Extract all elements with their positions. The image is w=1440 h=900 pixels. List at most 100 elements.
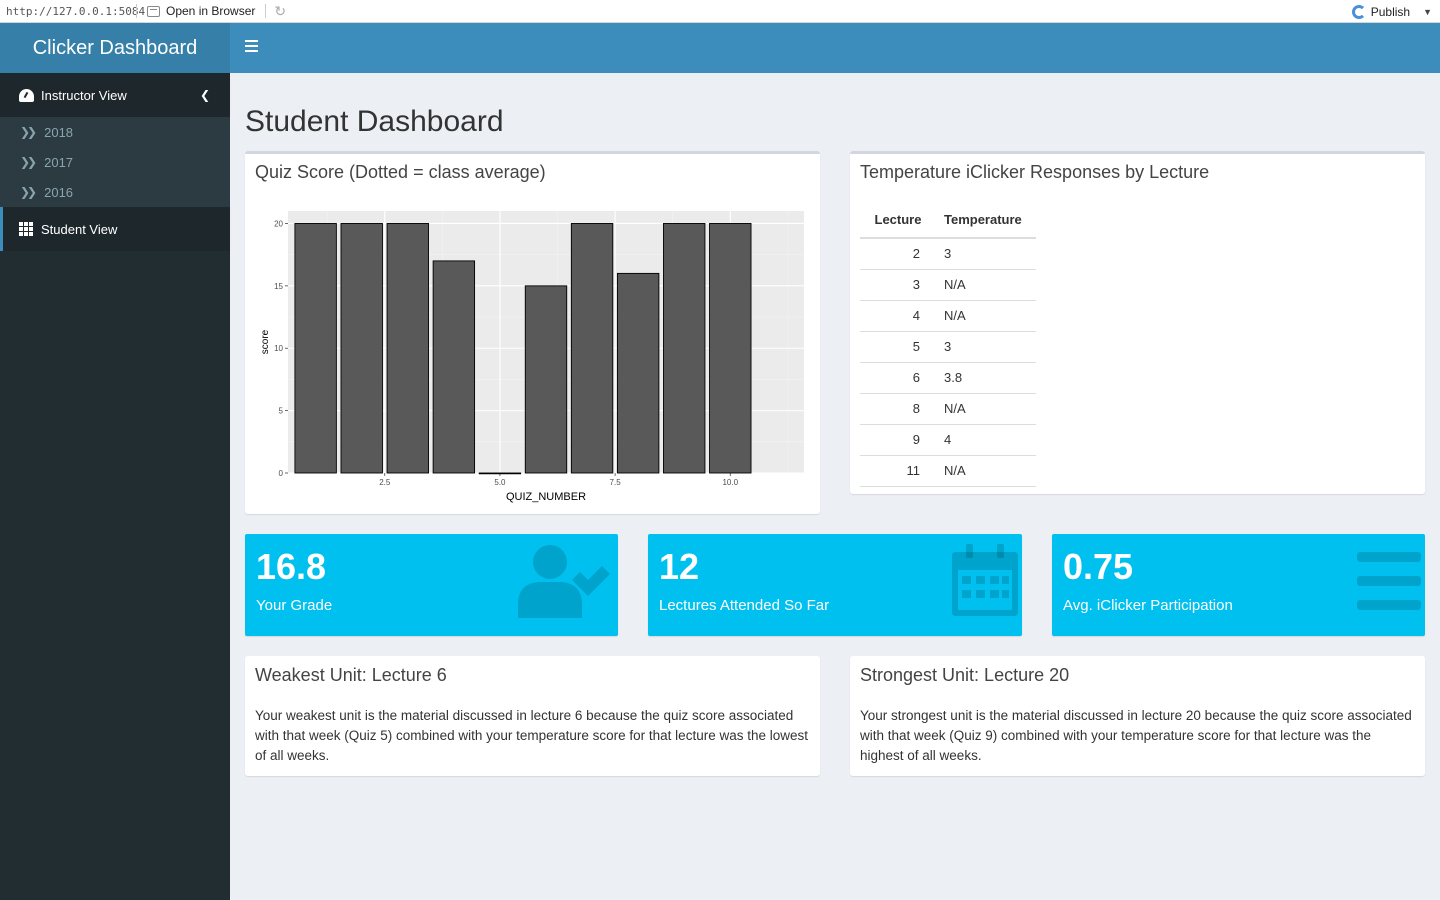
calendar-icon <box>952 544 1018 616</box>
window-icon <box>147 5 160 17</box>
x-tick-label: 10.0 <box>722 478 738 487</box>
lecture-cell: 6 <box>860 362 936 394</box>
quiz-score-chart: 0 5 10 15 20 2.5 5.0 7.5 10.0 QUIZ_NUMBER score <box>260 211 804 503</box>
bar <box>294 223 337 474</box>
toolbar-divider <box>136 4 137 18</box>
y-tick-label: 5 <box>279 407 284 416</box>
x-tick-label: 5.0 <box>494 478 506 487</box>
lectures-label: Lectures Attended So Far <box>659 597 830 614</box>
lecture-cell: 8 <box>860 393 936 425</box>
temperature-cell: 4 <box>936 424 1036 456</box>
chevron-left-icon[interactable]: ❮ <box>200 88 210 102</box>
table-row: 6 3.8 <box>860 362 1036 394</box>
temperature-cell: 3.8 <box>936 362 1036 394</box>
participation-label: Avg. iClicker Participation <box>1063 597 1233 614</box>
temperature-cell: N/A <box>936 269 1036 301</box>
table-row: 94 <box>860 424 1036 456</box>
x-axis-title: QUIZ_NUMBER <box>506 491 586 503</box>
toolbar-divider <box>265 4 267 18</box>
y-tick-label: 20 <box>274 219 283 228</box>
temperature-title: Temperature iClicker Responses by Lectur… <box>860 162 1210 182</box>
viewer-url[interactable]: http://127.0.0.1:5084 <box>0 5 145 18</box>
quiz-score-box: Quiz Score (Dotted = class average) 0 5 10… <box>245 151 820 514</box>
sidebar-subitem-2018[interactable]: ❯❯ 2018 <box>0 117 230 147</box>
bar <box>340 223 383 474</box>
user-check-icon <box>518 545 610 618</box>
participation-value: 0.75 <box>1063 546 1134 587</box>
lecture-cell: 2 <box>860 238 936 270</box>
publish-label: Publish <box>1370 4 1411 19</box>
grade-label: Your Grade <box>256 597 333 614</box>
viewer-toolbar: http://127.0.0.1:5084 Open in Browser ↻ … <box>0 0 1440 23</box>
sidebar-subitem-2016[interactable]: ❯❯ 2016 <box>0 177 230 207</box>
lecture-cell: 11 <box>860 455 936 487</box>
weakest-unit-title: Weakest Unit: Lecture 6 <box>255 665 447 685</box>
double-chevron-right-icon: ❯❯ <box>20 185 37 199</box>
temperature-cell: N/A <box>936 455 1036 487</box>
sidebar-subitem-label: 2016 <box>44 184 74 200</box>
refresh-icon[interactable]: ↻ <box>270 3 290 20</box>
bar <box>478 472 522 475</box>
weakest-unit-text: Your weakest unit is the material discus… <box>255 708 808 763</box>
temperature-table: Lecture Temperature 23 3 N/A 4 N/A 53 6 3.8… <box>860 202 1036 487</box>
table-header-row: Lecture Temperature <box>860 202 1036 239</box>
chevron-down-icon[interactable]: ▼ <box>1423 7 1432 17</box>
y-tick-label: 10 <box>274 344 283 353</box>
sidebar-item-label: Student View <box>41 221 118 237</box>
column-header-temperature[interactable]: Temperature <box>936 202 1036 239</box>
y-tick-label: 15 <box>274 282 283 291</box>
sidebar-toggle-icon[interactable] <box>245 40 258 52</box>
page-title: Student Dashboard <box>245 105 504 138</box>
strongest-unit-title: Strongest Unit: Lecture 20 <box>860 665 1070 685</box>
grade-value: 16.8 <box>256 546 327 587</box>
lectures-value: 12 <box>659 546 700 587</box>
lecture-cell: 3 <box>860 269 936 301</box>
participation-value-box: 0.75 Avg. iClicker Participation <box>1052 534 1425 636</box>
bar <box>386 223 429 474</box>
top-navbar <box>230 23 1440 73</box>
sidebar-item-label: Instructor View <box>41 87 127 103</box>
weakest-unit-box: Weakest Unit: Lecture 6 Your weakest uni… <box>245 656 820 776</box>
strongest-unit-box: Strongest Unit: Lecture 20 Your stronges… <box>850 656 1425 776</box>
temperature-cell: 3 <box>936 331 1036 363</box>
double-chevron-right-icon: ❯❯ <box>20 155 37 169</box>
open-in-browser-label: Open in Browser <box>166 4 256 18</box>
x-tick-label: 7.5 <box>610 478 622 487</box>
bar <box>524 285 568 474</box>
table-row: 3 N/A <box>860 269 1036 301</box>
y-axis-title: score <box>260 329 271 354</box>
table-row: 11 N/A <box>860 455 1036 487</box>
temperature-box: Temperature iClicker Responses by Lectur… <box>850 151 1425 494</box>
sidebar-subitem-label: 2018 <box>44 124 74 140</box>
instructor-submenu: ❯❯ 2018 ❯❯ 2017 ❯❯ 2016 <box>0 117 230 207</box>
lecture-cell: 4 <box>860 300 936 332</box>
lecture-cell: 9 <box>860 424 936 456</box>
x-tick-label: 2.5 <box>379 478 391 487</box>
sidebar: Instructor View ❮ ❯❯ 2018 ❯❯ 2017 ❯❯ 201… <box>0 73 230 900</box>
lecture-cell: 5 <box>860 331 936 363</box>
double-chevron-right-icon: ❯❯ <box>20 125 37 139</box>
bar <box>663 223 706 474</box>
sidebar-subitem-label: 2017 <box>44 154 74 170</box>
publish-icon <box>1351 4 1366 19</box>
table-row: 8 N/A <box>860 393 1036 425</box>
bar <box>709 223 752 474</box>
app-logo: Clicker Dashboard <box>0 23 230 73</box>
open-in-browser-button[interactable]: Open in Browser <box>141 4 261 18</box>
temperature-cell: N/A <box>936 300 1036 332</box>
temperature-cell: 3 <box>936 238 1036 270</box>
lectures-value-box: 12 Lectures Attended So Far <box>648 534 1022 636</box>
strongest-unit-text: Your strongest unit is the material disc… <box>860 708 1412 763</box>
bars-icon <box>1357 552 1421 610</box>
table-row: 4 N/A <box>860 300 1036 332</box>
bar <box>570 223 614 474</box>
publish-button[interactable]: Publish ▼ <box>1351 0 1432 23</box>
sidebar-item-instructor-view[interactable]: Instructor View ❮ <box>0 73 230 117</box>
table-row: 23 <box>860 238 1036 270</box>
table-row: 53 <box>860 331 1036 363</box>
column-header-lecture[interactable]: Lecture <box>860 202 936 239</box>
sidebar-subitem-2017[interactable]: ❯❯ 2017 <box>0 147 230 177</box>
sidebar-item-student-view[interactable]: Student View <box>0 207 230 251</box>
temperature-cell: N/A <box>936 393 1036 425</box>
grid-icon <box>18 222 34 236</box>
